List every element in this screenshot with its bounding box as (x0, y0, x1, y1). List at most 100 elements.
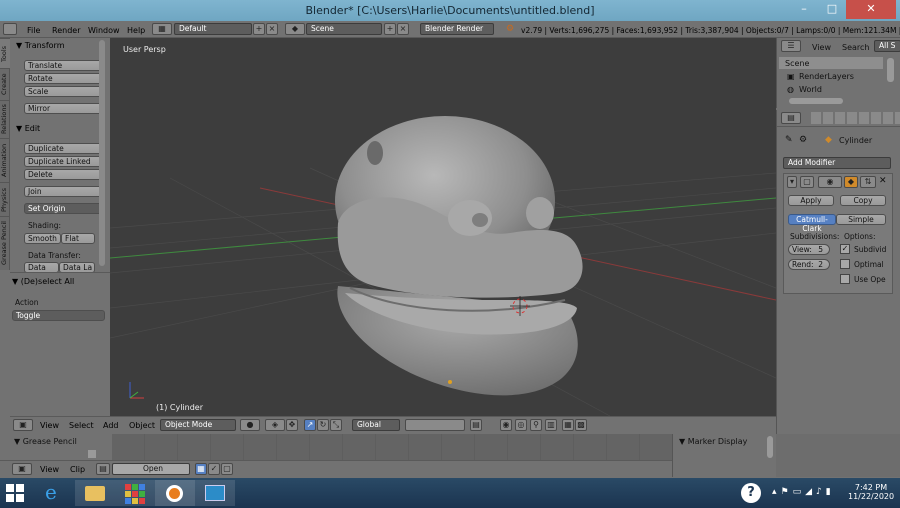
delete-button[interactable]: Delete (24, 169, 104, 180)
clip-browse-icon[interactable]: ▤ (96, 463, 110, 475)
modifier-visibility-icons[interactable]: ◉ (818, 176, 842, 188)
opengl-anim-icon[interactable]: ▩ (575, 419, 587, 431)
menu-window[interactable]: Window (88, 26, 120, 35)
action-select[interactable]: Toggle (12, 310, 105, 321)
manipulator-icon[interactable]: ✥ (286, 419, 298, 431)
use-opensubdiv-checkbox[interactable] (840, 274, 850, 284)
render-engine-select[interactable]: Blender Render (420, 23, 494, 35)
timeline-grid[interactable] (112, 434, 672, 460)
rotate-button[interactable]: Rotate (24, 73, 104, 84)
outliner-renderlayers-label[interactable]: RenderLayers (799, 72, 854, 81)
timeline-plus-icon[interactable] (88, 450, 96, 458)
layer-lock-icon[interactable]: ▤ (470, 419, 482, 431)
open-clip-button[interactable]: Open (112, 463, 190, 475)
duplicate-linked-button[interactable]: Duplicate Linked (24, 156, 104, 167)
outliner-scrollbar[interactable] (887, 58, 894, 82)
outliner-world-label[interactable]: World (799, 85, 822, 94)
system-tray-icons[interactable]: ▴⚑▭◢♪▮ (772, 487, 842, 499)
tab-grease-pencil[interactable]: Grease Pencil (0, 216, 10, 270)
minimize-button[interactable]: – (790, 0, 818, 19)
tab-create[interactable]: Create (0, 68, 10, 100)
vp-menu-view[interactable]: View (40, 421, 59, 430)
editor-type-icon[interactable] (3, 23, 17, 35)
scale-button[interactable]: Scale (24, 86, 104, 97)
apply-button[interactable]: Apply (788, 195, 834, 206)
blender-taskbar-icon[interactable] (155, 480, 195, 506)
modifier-cage-icon[interactable]: ◆ (844, 176, 858, 188)
modifier-remove-icon[interactable]: ✕ (879, 176, 887, 186)
proportional-edit-icon[interactable]: ◎ (515, 419, 527, 431)
close-button[interactable]: ✕ (846, 0, 896, 19)
add-screen-icon[interactable]: + (253, 23, 265, 35)
set-origin-select[interactable]: Set Origin (24, 203, 104, 214)
menu-render[interactable]: Render (52, 26, 80, 35)
tab-physics[interactable]: Physics (0, 182, 10, 216)
tl-menu-clip[interactable]: Clip (70, 465, 85, 474)
add-modifier-select[interactable]: Add Modifier (783, 157, 891, 169)
3d-viewport[interactable]: User Persp (1) Cylinder (110, 38, 776, 416)
grease-pencil-panel-header[interactable]: ▼ Grease Pencil (14, 437, 77, 446)
tl-menu-view[interactable]: View (40, 465, 59, 474)
translate-button[interactable]: Translate (24, 60, 104, 71)
scene-field[interactable]: Scene (306, 23, 382, 35)
opengl-render-icon[interactable]: ▦ (562, 419, 574, 431)
shading-mode-icon[interactable]: ● (240, 419, 260, 431)
mirror-button[interactable]: Mirror (24, 103, 104, 114)
modifier-move-icon[interactable]: ⇅ (860, 176, 876, 188)
windows-start-icon[interactable] (6, 484, 24, 502)
app-grid-icon[interactable] (115, 480, 155, 506)
smooth-button[interactable]: Smooth (24, 233, 61, 244)
clip-editor-icon[interactable]: ▣ (12, 463, 32, 475)
subdivide-uvs-checkbox[interactable]: ✓ (840, 244, 850, 254)
file-explorer-icon[interactable] (75, 480, 115, 506)
clock[interactable]: 7:42 PM 11/22/2020 (848, 483, 894, 501)
scene-icon[interactable]: ◆ (285, 23, 305, 35)
outliner-editor-icon[interactable]: ☰ (781, 40, 801, 52)
menu-help[interactable]: Help (127, 26, 145, 35)
view3d-editor-icon[interactable]: ▣ (13, 419, 33, 431)
outliner-view-menu[interactable]: View (812, 43, 831, 52)
tab-relations[interactable]: Relations (0, 100, 10, 138)
pin-icon[interactable]: ✎ (785, 135, 793, 145)
outliner-display-select[interactable]: All S (874, 40, 900, 52)
orientation-select[interactable]: Global (352, 419, 400, 431)
delete-scene-icon[interactable]: × (397, 23, 409, 35)
tab-tools[interactable]: Tools (0, 38, 10, 68)
outliner-search-menu[interactable]: Search (842, 43, 869, 52)
menu-file[interactable]: File (27, 26, 40, 35)
add-scene-icon[interactable]: + (384, 23, 396, 35)
snap-target-icon[interactable]: ▥ (545, 419, 557, 431)
scale-manipulator-icon[interactable]: ⤡ (330, 419, 342, 431)
flat-button[interactable]: Flat (61, 233, 95, 244)
tl-tool-icon-2[interactable]: ✓ (208, 463, 220, 475)
operator-panel-header[interactable]: ▼ (De)select All (12, 277, 106, 288)
toolshelf-scrollbar[interactable] (99, 40, 105, 266)
delete-screen-icon[interactable]: × (266, 23, 278, 35)
vp-menu-select[interactable]: Select (69, 421, 94, 430)
screen-layout-field[interactable]: Default (174, 23, 252, 35)
outliner-hscrollbar[interactable] (789, 98, 843, 104)
translate-manipulator-icon[interactable]: ↗ (304, 419, 316, 431)
tl-tool-icon-1[interactable]: ▦ (195, 463, 207, 475)
copy-button[interactable]: Copy (840, 195, 886, 206)
simple-button[interactable]: Simple (836, 214, 886, 225)
screen-layout-icon[interactable]: ▦ (152, 23, 172, 35)
view-levels-field[interactable]: View: 5 (788, 244, 830, 255)
help-icon[interactable]: ? (741, 483, 761, 503)
context-tabs[interactable] (811, 112, 900, 124)
modifier-collapse-icon[interactable]: ▾ (787, 176, 797, 188)
photos-taskbar-icon[interactable] (195, 480, 235, 506)
render-levels-field[interactable]: Rend: 2 (788, 259, 830, 270)
tab-animation[interactable]: Animation (0, 138, 10, 182)
mode-select[interactable]: Object Mode (160, 419, 236, 431)
marker-scrollbar[interactable] (767, 436, 773, 458)
properties-editor-icon[interactable]: ▤ (781, 112, 801, 124)
duplicate-button[interactable]: Duplicate (24, 143, 104, 154)
optimal-display-checkbox[interactable] (840, 259, 850, 269)
catmull-clark-button[interactable]: Catmull-Clark (788, 214, 836, 233)
rotate-manipulator-icon[interactable]: ↻ (317, 419, 329, 431)
vp-menu-add[interactable]: Add (103, 421, 119, 430)
join-button[interactable]: Join (24, 186, 104, 197)
tl-tool-icon-3[interactable]: ▢ (221, 463, 233, 475)
vp-menu-object[interactable]: Object (129, 421, 155, 430)
